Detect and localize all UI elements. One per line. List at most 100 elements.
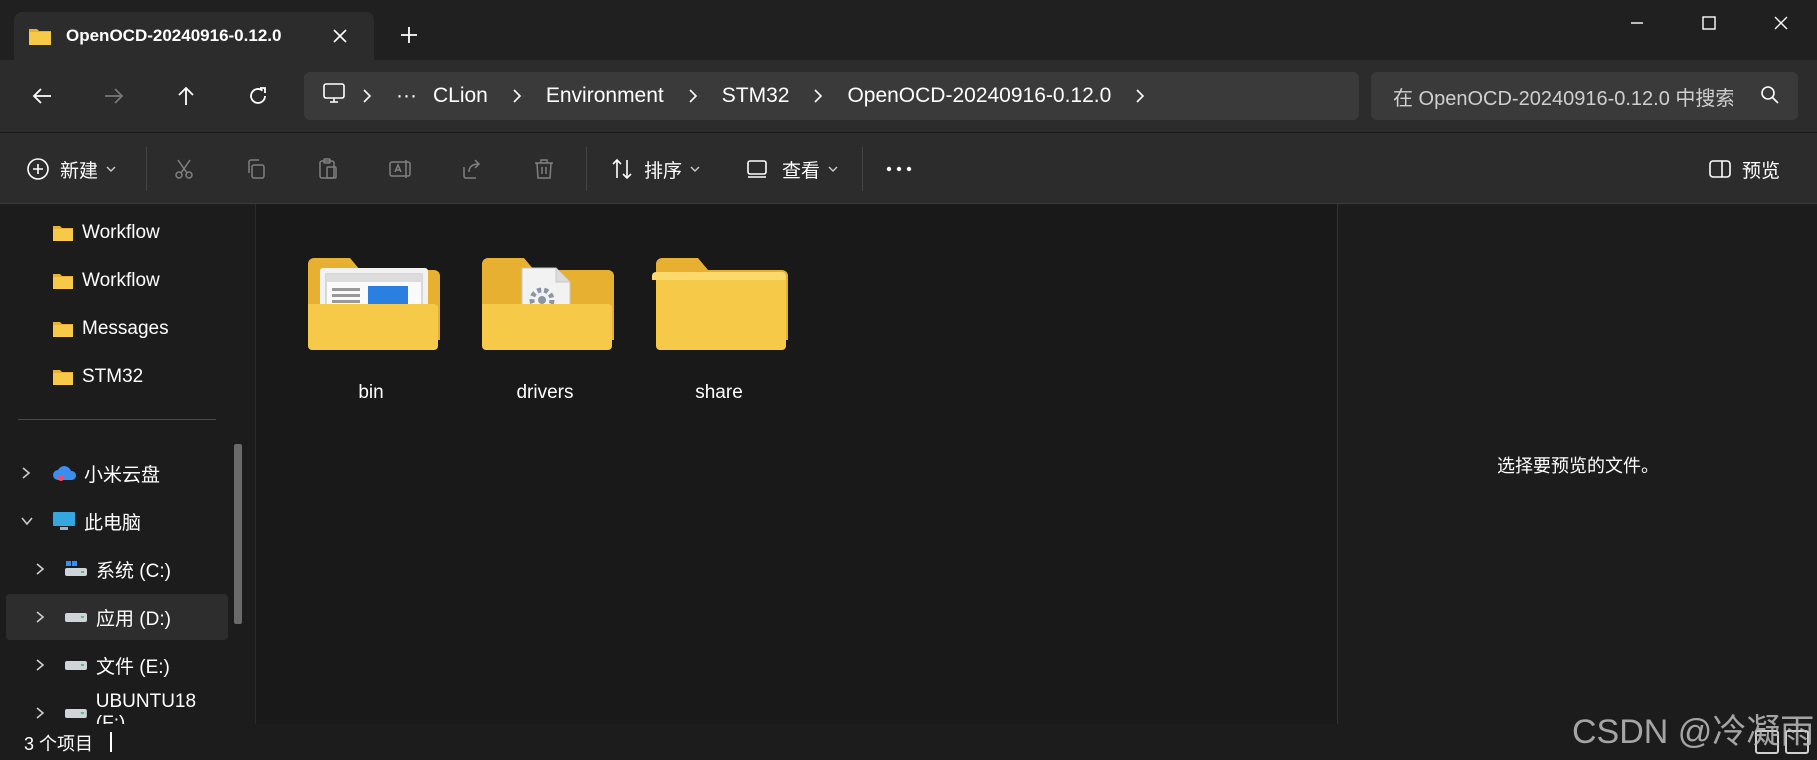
new-label: 新建 [60,160,99,182]
sort-label: 排序 [644,160,683,182]
folder-icon [53,322,73,337]
new-button[interactable]: 新建 [26,149,116,189]
forward-button[interactable] [94,76,134,116]
toolbar-divider [146,147,147,191]
sidebar-item-drive-c[interactable]: 系统 (C:) [0,546,230,592]
chevron-right-icon [36,611,45,623]
folder-name: bin [358,382,384,403]
file-list: bin drivers share [256,204,1337,724]
chevron-down-icon [106,166,116,172]
item-count: 3 个项目 [24,734,94,754]
sidebar-item-drive-e[interactable]: 文件 (E:) [0,642,230,688]
more-icon [886,166,912,172]
toolbar-divider [862,147,863,191]
breadcrumb-item[interactable]: CLion [425,84,496,108]
chevron-right-icon[interactable] [1119,89,1161,103]
search-icon[interactable] [1760,85,1780,110]
trash-icon [535,159,553,179]
more-options-button[interactable] [886,149,912,189]
navigation-pane: Workflow Workflow Messages STM32 小米云盘 此电… [0,204,256,734]
close-icon [333,29,347,43]
preview-pane: 选择要预览的文件。 [1337,204,1817,724]
sidebar-item-label: 应用 (D:) [96,608,171,630]
folder-item-drivers[interactable]: drivers [470,230,620,403]
sidebar-item-workflow[interactable]: Workflow [0,210,230,256]
copy-button[interactable] [244,149,268,189]
close-tab-button[interactable] [326,22,354,50]
search-input[interactable]: 在 OpenOCD-20240916-0.12.0 中搜索 [1393,82,1733,111]
sidebar-item-label: Messages [82,318,169,339]
watermark: CSDN @冷凝雨 [1572,713,1815,751]
tab-title: OpenOCD-20240916-0.12.0 [66,26,282,45]
sidebar-item-messages[interactable]: Messages [0,306,230,352]
view-icon [747,160,767,178]
breadcrumb-item[interactable]: OpenOCD-20240916-0.12.0 [839,84,1119,108]
maximize-icon [1702,16,1716,30]
plus-circle-icon [27,158,49,180]
breadcrumb-item[interactable]: STM32 [714,84,798,108]
address-bar[interactable]: ··· CLion Environment STM32 OpenOCD-2024… [304,72,1359,120]
chevron-right-icon[interactable] [346,89,388,103]
sidebar-item-stm32[interactable]: STM32 [0,354,230,400]
breadcrumb-item[interactable]: Environment [538,84,672,108]
share-button[interactable] [460,149,484,189]
drive-icon [64,709,87,718]
cut-button[interactable] [172,149,196,189]
search-box[interactable]: 在 OpenOCD-20240916-0.12.0 中搜索 [1371,72,1798,120]
chevron-down-icon [690,166,700,172]
command-bar: 新建 排序 查看 预览 [0,132,1817,204]
sidebar-divider [18,419,216,420]
sidebar-item-label: 系统 (C:) [96,560,171,582]
refresh-button[interactable] [238,76,278,116]
paste-icon [319,158,337,179]
rename-button[interactable] [388,149,414,189]
sidebar-item-drive-d[interactable]: 应用 (D:) [6,594,228,640]
status-divider [110,732,112,752]
up-button[interactable] [166,76,206,116]
folder-item-bin[interactable]: bin [296,230,446,403]
folder-with-gear-icon [482,258,614,350]
view-button[interactable]: 查看 [746,149,838,189]
arrow-up-icon [178,86,194,105]
navigation-bar: ··· CLion Environment STM32 OpenOCD-2024… [0,60,1817,132]
sidebar-item-label: STM32 [82,366,144,387]
sidebar-scrollbar[interactable] [234,444,242,624]
breadcrumb-overflow-icon[interactable]: ··· [388,84,425,108]
active-tab[interactable]: OpenOCD-20240916-0.12.0 [14,12,374,60]
cloud-icon [53,466,77,481]
minimize-button[interactable] [1601,0,1673,46]
chevron-right-icon[interactable] [496,89,538,103]
folder-item-share[interactable]: share [644,230,794,403]
maximize-button[interactable] [1673,0,1745,46]
sidebar-item-label: Workflow [82,270,160,291]
folder-icon [652,258,788,350]
sidebar-item-workflow[interactable]: Workflow [0,258,230,304]
copy-icon [248,159,265,179]
arrow-right-icon [105,88,124,104]
back-button[interactable] [22,76,62,116]
chevron-right-icon [36,659,45,671]
preview-pane-button[interactable]: 预览 [1708,149,1780,189]
chevron-right-icon[interactable] [672,89,714,103]
chevron-right-icon[interactable] [797,89,839,103]
cut-icon [175,159,193,179]
sidebar-item-label: Workflow [82,222,160,243]
sidebar-item-this-pc[interactable]: 此电脑 [0,498,230,544]
paste-button[interactable] [316,149,340,189]
close-window-button[interactable] [1745,0,1817,46]
folder-with-window-icon [308,258,440,350]
preview-empty-message: 选择要预览的文件。 [1497,456,1659,476]
computer-icon[interactable] [322,82,346,110]
folder-icon [28,26,52,46]
folder-icon [53,370,73,385]
new-tab-button[interactable] [392,18,426,52]
chevron-right-icon [36,707,45,719]
sidebar-item-xiaomi-cloud[interactable]: 小米云盘 [0,450,230,496]
share-icon [463,159,481,179]
sort-button[interactable]: 排序 [610,149,700,189]
delete-button[interactable] [532,149,556,189]
rename-icon [389,160,411,178]
sort-icon [612,158,632,180]
view-label: 查看 [782,160,821,182]
system-drive-icon [65,561,87,576]
